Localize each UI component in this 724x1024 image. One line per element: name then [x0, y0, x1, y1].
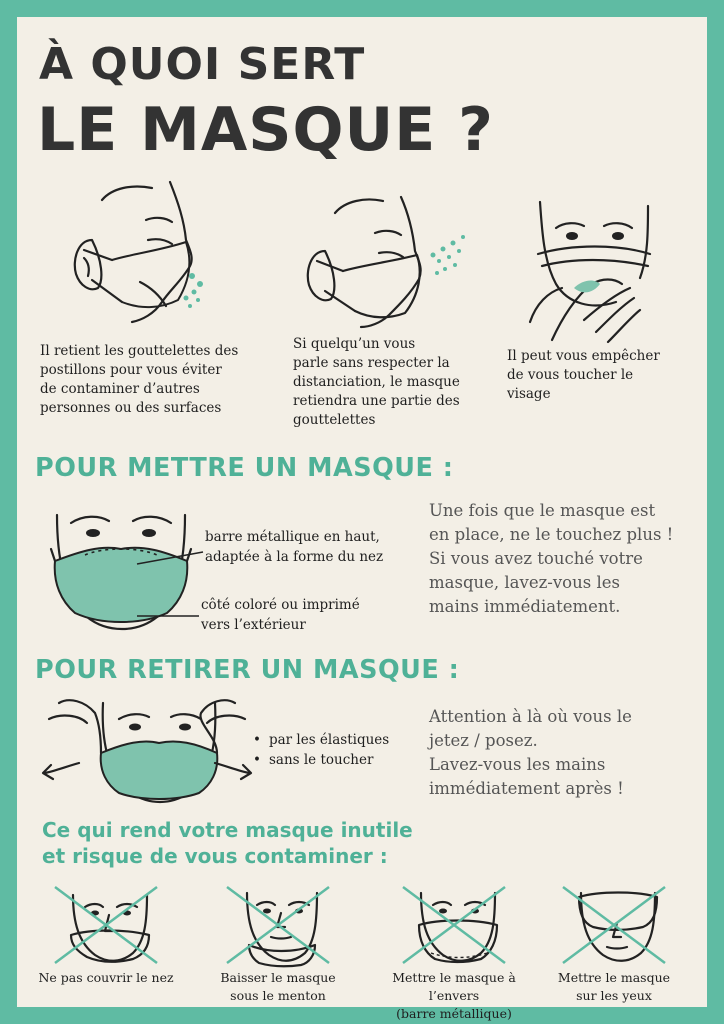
wrong-caption-2: Baisser le masque sous le menton [220, 970, 336, 1003]
put-on-heading: POUR METTRE UN MASQUE : [35, 453, 454, 483]
label-metal-bar: barre métallique en haut, adaptée à la f… [205, 529, 384, 565]
mask-upside-down-icon [402, 885, 506, 965]
list-item: par les élastiques [253, 730, 389, 750]
take-off-bullets: par les élastiques sans le toucher [253, 730, 389, 770]
face-profile-mask-droplets-icon [73, 180, 203, 324]
put-on-note: Une fois que le masque est en place, ne … [429, 501, 674, 616]
wrong-caption-4: Mettre le masque sur les yeux [557, 970, 671, 1003]
label-colored-side: côté coloré ou imprimé vers l’extérieur [201, 597, 360, 633]
take-off-heading: POUR RETIRER UN MASQUE : [35, 655, 460, 685]
face-hand-touch-icon [528, 200, 652, 344]
title-line-2: LE MASQUE ? [37, 95, 494, 165]
mask-under-chin-icon [226, 885, 330, 968]
poster: À QUOI SERT LE MASQUE ? Il retient les g… [17, 17, 707, 1021]
list-item: sans le toucher [253, 750, 389, 770]
benefit-1-text: Il retient les gouttelettes des postillo… [40, 343, 239, 416]
mask-over-eyes-icon [562, 885, 666, 965]
benefit-2-text: Si quelqu’un vous parle sans respecter l… [293, 336, 460, 428]
hands-removing-mask-icon [41, 699, 253, 803]
take-off-note: Attention à là où vous le jetez / posez.… [429, 707, 632, 798]
nose-uncovered-icon [54, 885, 158, 965]
leader-lines [136, 551, 204, 617]
title-line-1: À QUOI SERT [39, 39, 366, 90]
wrong-heading: Ce qui rend votre masque inutile et risq… [42, 818, 413, 868]
benefit-3-text: Il peut vous empêcher de vous toucher le… [507, 348, 660, 402]
wrong-caption-3: Mettre le masque à l’envers (barre métal… [392, 970, 516, 1021]
wrong-caption-1: Ne pas couvrir le nez [38, 970, 174, 985]
face-profile-mask-spray-icon [306, 195, 465, 329]
